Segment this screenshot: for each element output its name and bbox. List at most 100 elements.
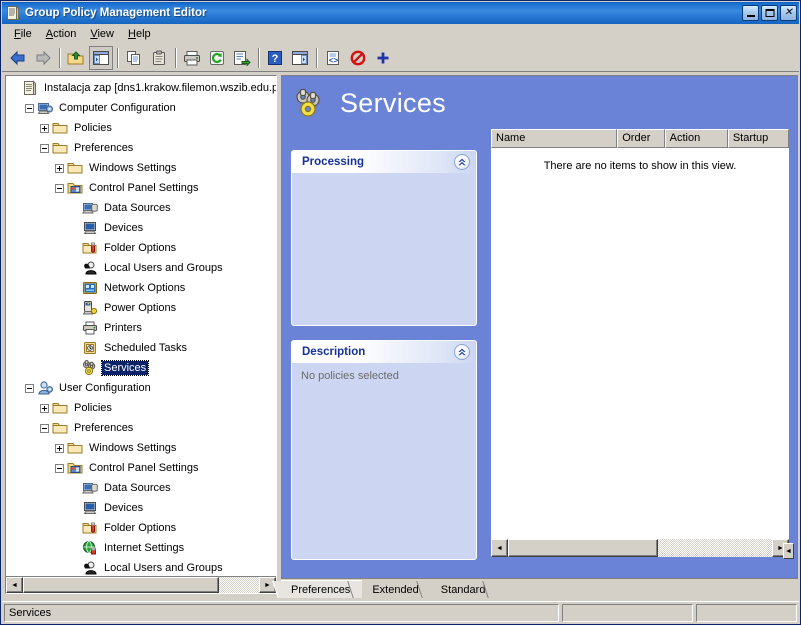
tab-extended[interactable]: Extended: [362, 581, 431, 598]
tree-node[interactable]: Devices: [6, 498, 276, 518]
tree-node[interactable]: Power Options: [6, 298, 276, 318]
tree-node[interactable]: Control Panel Settings: [6, 458, 276, 478]
view-script-icon[interactable]: <>: [321, 46, 345, 70]
tree-node[interactable]: Computer Configuration: [6, 98, 276, 118]
expand-node-icon[interactable]: [55, 163, 64, 173]
user-configuration-icon: [37, 380, 53, 396]
list-column-header[interactable]: Startup: [727, 129, 789, 148]
folder-icon: [52, 420, 68, 436]
results-pane: Services Processing Description No polic…: [281, 75, 798, 579]
maximize-button[interactable]: [761, 5, 778, 21]
tree-node[interactable]: Printers: [6, 318, 276, 338]
tree-node[interactable]: Network Options: [6, 278, 276, 298]
control-panel-folder-icon: [67, 180, 83, 196]
list-column-header[interactable]: Order: [617, 129, 665, 148]
tree-node[interactable]: Devices: [6, 218, 276, 238]
tree-node[interactable]: Local Users and Groups: [6, 558, 276, 576]
tree-node[interactable]: Local Users and Groups: [6, 258, 276, 278]
tree-node[interactable]: Preferences: [6, 418, 276, 438]
menu-item-help[interactable]: Help: [121, 26, 158, 42]
list-column-header[interactable]: Name: [491, 129, 618, 148]
collapse-node-icon[interactable]: [55, 463, 64, 473]
tree-node-label: Control Panel Settings: [89, 462, 199, 474]
menu-item-view[interactable]: View: [83, 26, 121, 42]
collapse-node-icon[interactable]: [55, 183, 64, 193]
tree-node-label: Instalacja zap [dns1.krakow.filemon.wszi…: [44, 82, 276, 94]
tab-preferences[interactable]: Preferences: [281, 580, 363, 598]
tree-node[interactable]: Policies: [6, 398, 276, 418]
tree-node[interactable]: Windows Settings: [6, 158, 276, 178]
tree-node-label: Control Panel Settings: [89, 182, 199, 194]
chevron-up-double-icon[interactable]: [454, 154, 470, 170]
status-bar: Services: [2, 601, 799, 623]
tree-node[interactable]: Internet Settings: [6, 538, 276, 558]
tree-node-label: Power Options: [104, 302, 177, 314]
print-icon[interactable]: [180, 46, 204, 70]
tree-horizontal-scrollbar[interactable]: ◄ ►: [6, 576, 276, 593]
collapse-node-icon[interactable]: [40, 423, 49, 433]
tree-node[interactable]: User Configuration: [6, 378, 276, 398]
copy-icon[interactable]: [122, 46, 146, 70]
back-icon[interactable]: [6, 46, 30, 70]
export-list-icon[interactable]: [230, 46, 254, 70]
scroll-track[interactable]: [23, 577, 259, 593]
disable-icon[interactable]: [346, 46, 370, 70]
tree-node[interactable]: Control Panel Settings: [6, 178, 276, 198]
toolbar: ? <>: [2, 44, 799, 72]
menu-bar: FFileile Action View Help: [2, 24, 799, 44]
collapse-node-icon[interactable]: [25, 103, 34, 113]
tree-node[interactable]: Windows Settings: [6, 438, 276, 458]
tree-node[interactable]: Scheduled Tasks: [6, 338, 276, 358]
processing-panel-header: Processing: [292, 151, 476, 173]
collapse-node-icon[interactable]: [40, 143, 49, 153]
scroll-thumb[interactable]: [508, 539, 659, 557]
tree-node[interactable]: Services: [6, 358, 276, 378]
computer-configuration-icon: [37, 100, 53, 116]
close-button[interactable]: ✕: [780, 5, 797, 21]
up-one-level-icon[interactable]: [64, 46, 88, 70]
collapse-node-icon[interactable]: [25, 383, 34, 393]
folder-icon: [52, 120, 68, 136]
help-icon[interactable]: ?: [263, 46, 287, 70]
tree-node[interactable]: Folder Options: [6, 238, 276, 258]
toolbar-separator: [175, 47, 177, 68]
minimize-button[interactable]: [742, 5, 759, 21]
items-list-view[interactable]: Name Order Action Startup There are no item…: [490, 128, 790, 558]
action-pane-collapse-handle[interactable]: ◄: [783, 543, 794, 559]
tree-node[interactable]: Preferences: [6, 138, 276, 158]
tree-node-label: User Configuration: [59, 382, 151, 394]
network-options-icon: [82, 280, 98, 296]
menu-item-file[interactable]: FFileile: [7, 26, 39, 42]
tree-node-label: Network Options: [104, 282, 186, 294]
tree-node[interactable]: Instalacja zap [dns1.krakow.filemon.wszi…: [6, 78, 276, 98]
list-horizontal-scrollbar[interactable]: ◄ ►: [491, 539, 789, 557]
scroll-left-button[interactable]: ◄: [491, 539, 508, 557]
list-column-header[interactable]: Action: [664, 129, 728, 148]
chevron-up-double-icon[interactable]: [454, 344, 470, 360]
expand-node-icon[interactable]: [40, 403, 49, 413]
refresh-icon[interactable]: [205, 46, 229, 70]
show-hide-tree-icon[interactable]: [89, 45, 113, 70]
tree-node[interactable]: Data Sources: [6, 198, 276, 218]
tree-node-label: Printers: [104, 322, 142, 334]
tree-node[interactable]: Policies: [6, 118, 276, 138]
tree-node[interactable]: Data Sources: [6, 478, 276, 498]
tree-node[interactable]: Folder Options: [6, 518, 276, 538]
scroll-thumb[interactable]: [23, 577, 219, 593]
tab-standard[interactable]: Standard: [430, 581, 498, 598]
new-item-icon[interactable]: [371, 46, 395, 70]
expand-node-icon[interactable]: [40, 123, 49, 133]
show-hide-action-pane-icon[interactable]: [288, 46, 312, 70]
scroll-left-button[interactable]: ◄: [6, 577, 23, 593]
menu-item-action[interactable]: Action: [39, 26, 84, 42]
scroll-track[interactable]: [508, 539, 772, 557]
paste-icon[interactable]: [147, 46, 171, 70]
console-tree[interactable]: Instalacja zap [dns1.krakow.filemon.wszi…: [6, 76, 276, 576]
tree-node-label: Services: [100, 360, 150, 376]
forward-icon[interactable]: [31, 46, 55, 70]
expand-node-icon[interactable]: [55, 443, 64, 453]
control-panel-folder-icon: [67, 460, 83, 476]
